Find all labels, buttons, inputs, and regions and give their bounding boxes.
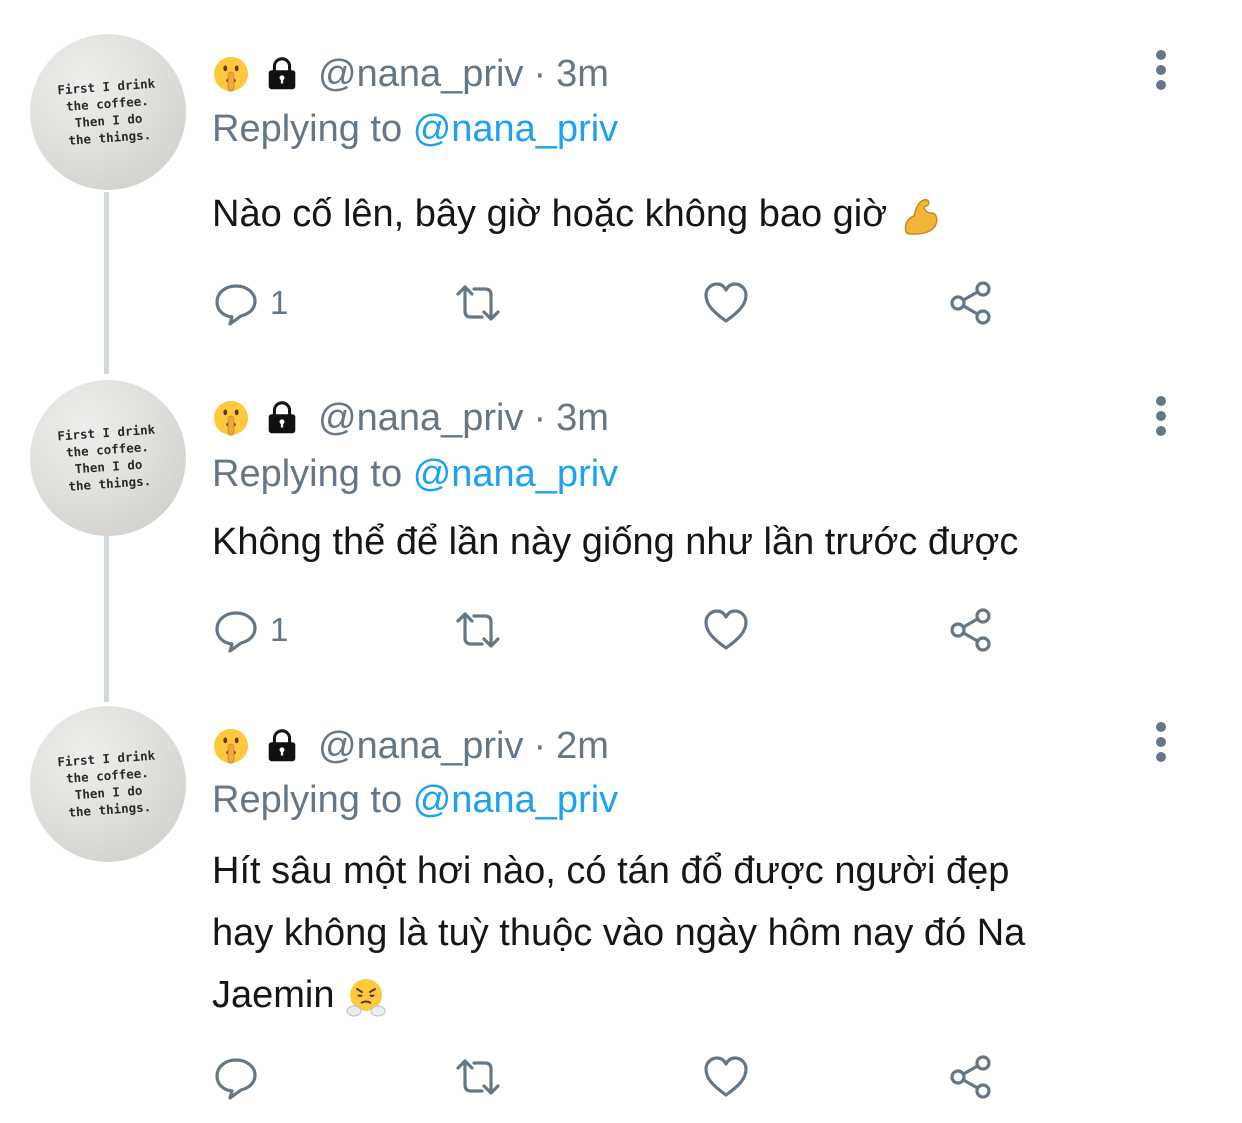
tweet-text-last-line: Jaemin [212, 964, 1202, 1026]
like-button[interactable] [702, 1052, 750, 1102]
retweet-button[interactable] [454, 278, 502, 328]
avatar[interactable]: First I drink the coffee. Then I do the … [30, 380, 186, 536]
separator-dot: · [533, 396, 547, 439]
reply-icon [215, 1058, 257, 1100]
tweet-text: Không thể để lần này giống như lần trước… [212, 514, 1202, 570]
reply-button[interactable]: 1 [212, 605, 288, 655]
share-icon [950, 281, 991, 325]
face-with-steam-from-nose-icon [346, 978, 386, 1017]
share-button[interactable] [947, 605, 995, 655]
tweet-header: @nana_priv · 2m [212, 724, 609, 768]
reply-count: 1 [270, 284, 289, 321]
heart-icon [704, 609, 748, 650]
tweet[interactable]: First I drink the coffee. Then I do the … [0, 690, 1242, 1123]
user-handle[interactable]: @nana_priv [318, 725, 523, 768]
lock-icon [268, 729, 296, 762]
replying-to: Replying to @nana_priv [212, 453, 618, 496]
more-vertical-icon[interactable] [1150, 396, 1172, 436]
retweet-icon [456, 1059, 500, 1095]
reply-icon [215, 611, 257, 653]
user-handle[interactable]: @nana_priv [318, 53, 523, 96]
tweet-text-line: Hít sâu một hơi nào, có tán đổ được ngườ… [212, 850, 1010, 892]
share-button[interactable] [947, 278, 995, 328]
tweet-header: @nana_priv · 3m [212, 52, 609, 96]
retweet-button[interactable] [454, 1052, 502, 1102]
separator-dot: · [533, 724, 547, 767]
retweet-icon [456, 285, 500, 321]
tweet-header: @nana_priv · 3m [212, 396, 609, 440]
tweet-actions [212, 1052, 1012, 1102]
mention-link[interactable]: @nana_priv [413, 108, 618, 150]
shushing-face-icon [213, 728, 249, 764]
heart-icon [704, 1056, 748, 1097]
reply-button[interactable] [212, 1052, 270, 1102]
avatar[interactable]: First I drink the coffee. Then I do the … [30, 34, 186, 190]
lock-icon [268, 401, 296, 434]
replying-to: Replying to @nana_priv [212, 108, 618, 151]
replying-to: Replying to @nana_priv [212, 779, 618, 822]
reply-count: 1 [270, 611, 289, 648]
tweet-text-line: hay không là tuỳ thuộc vào ngày hôm nay … [212, 912, 1026, 954]
replying-prefix: Replying to [212, 779, 403, 821]
share-icon [950, 608, 991, 652]
mention-link[interactable]: @nana_priv [413, 779, 618, 821]
share-button[interactable] [947, 1052, 995, 1102]
user-handle[interactable]: @nana_priv [318, 397, 523, 440]
lock-icon [268, 57, 296, 90]
retweet-button[interactable] [454, 605, 502, 655]
retweet-icon [456, 612, 500, 648]
tweet-actions: 1 [212, 605, 1012, 655]
reply-icon [215, 284, 257, 326]
reply-button[interactable]: 1 [212, 278, 288, 328]
like-button[interactable] [702, 605, 750, 655]
tweet-text-content: Không thể để lần này giống như lần trước… [212, 521, 1019, 563]
mention-link[interactable]: @nana_priv [413, 453, 618, 495]
tweet-time[interactable]: 3m [556, 397, 609, 440]
tweet-text: Hít sâu một hơi nào, có tán đổ được ngườ… [212, 840, 1202, 1026]
share-icon [950, 1055, 991, 1099]
shushing-face-icon [213, 400, 249, 436]
tweet-time[interactable]: 2m [556, 725, 609, 768]
avatar[interactable]: First I drink the coffee. Then I do the … [30, 706, 186, 862]
tweet[interactable]: First I drink the coffee. Then I do the … [0, 360, 1242, 690]
tweet-actions: 1 [212, 278, 1012, 328]
tweet-text: Nào cố lên, bây giờ hoặc không bao giờ [212, 186, 1202, 242]
replying-prefix: Replying to [212, 108, 403, 150]
separator-dot: · [533, 52, 547, 95]
tweet-text-line: Jaemin [212, 974, 335, 1016]
tweet-time[interactable]: 3m [556, 53, 609, 96]
replying-prefix: Replying to [212, 453, 403, 495]
shushing-face-icon [213, 56, 249, 92]
tweet[interactable]: First I drink the coffee. Then I do the … [0, 0, 1242, 360]
more-vertical-icon[interactable] [1150, 50, 1172, 90]
flexed-biceps-icon [904, 199, 938, 235]
heart-icon [704, 282, 748, 323]
like-button[interactable] [702, 278, 750, 328]
tweet-text-content: Nào cố lên, bây giờ hoặc không bao giờ [212, 193, 888, 235]
more-vertical-icon[interactable] [1150, 722, 1172, 762]
